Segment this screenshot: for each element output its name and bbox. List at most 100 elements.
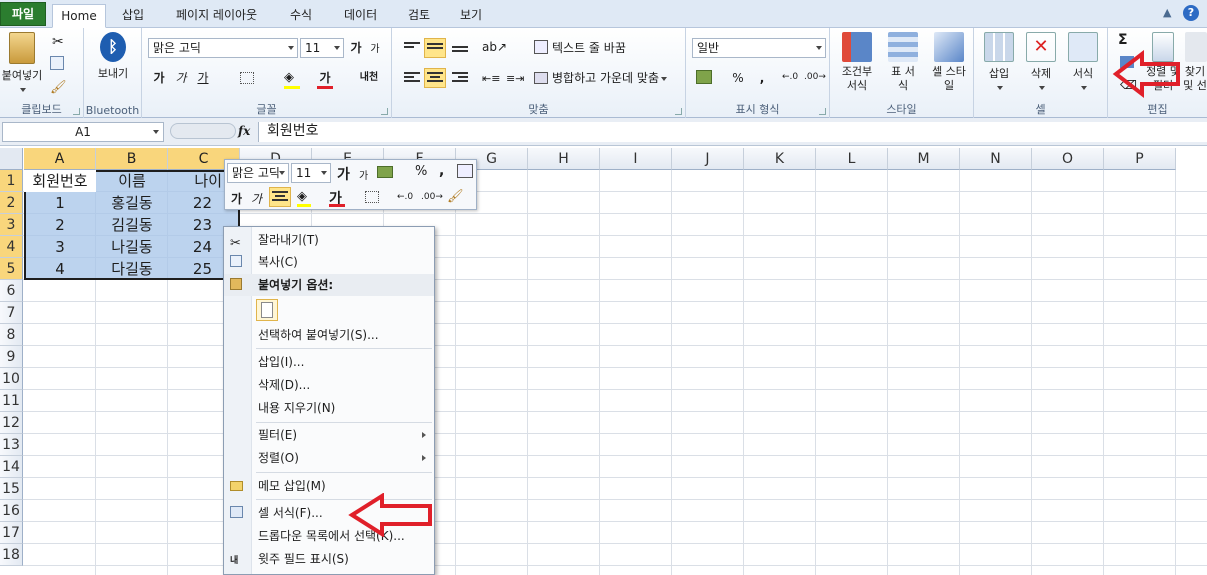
menu-item-clear-contents[interactable]: 내용 지우기(N) — [224, 397, 434, 419]
cell-b4[interactable]: 나길동 — [96, 236, 168, 258]
column-header[interactable]: I — [600, 148, 672, 170]
tab-page-layout[interactable]: 페이지 레이아웃 — [168, 4, 265, 28]
mini-paint-brush-icon[interactable]: 🖌 — [447, 189, 464, 204]
worksheet-grid[interactable]: ABCDEFGHIJKLMNOP 12345678910111213141516… — [0, 148, 1207, 575]
menu-item-delete[interactable]: 삭제(D)... — [224, 374, 434, 396]
mini-italic-button[interactable]: 가 — [251, 190, 262, 207]
comma-button[interactable]: , — [756, 68, 768, 88]
row-header[interactable]: 8 — [0, 324, 23, 346]
menu-item-phonetic[interactable]: 내천 윗주 필드 표시(S) — [224, 548, 434, 570]
column-header[interactable]: A — [24, 148, 96, 170]
row-header[interactable]: 2 — [0, 192, 23, 214]
format-as-table-button[interactable]: 표 서식 — [880, 32, 926, 93]
insert-cells-button[interactable]: 삽입 — [978, 32, 1020, 94]
decrease-indent-icon[interactable]: ⇤≡ — [482, 72, 500, 85]
row-header[interactable]: 9 — [0, 346, 23, 368]
align-middle-button[interactable] — [424, 38, 446, 58]
tab-view[interactable]: 보기 — [452, 4, 490, 28]
row-header[interactable]: 16 — [0, 500, 23, 522]
shrink-font-button[interactable]: 가 — [368, 40, 382, 60]
border-icon[interactable] — [240, 72, 254, 84]
cell-b5[interactable]: 다길동 — [96, 258, 168, 280]
mini-comma-button[interactable]: , — [439, 163, 444, 179]
percent-button[interactable]: % — [730, 68, 746, 88]
mini-shrink-font-button[interactable]: 가 — [359, 167, 368, 182]
help-icon[interactable]: ? — [1183, 5, 1199, 21]
mini-fill-color-icon[interactable]: ◈ — [297, 189, 307, 204]
font-color-button[interactable]: 가 — [316, 68, 334, 88]
mini-percent-button[interactable]: % — [415, 164, 427, 179]
font-size-combo[interactable]: 11 — [300, 38, 344, 58]
row-header[interactable]: 7 — [0, 302, 23, 324]
mini-format-painter-icon[interactable] — [457, 164, 473, 178]
menu-item-filter[interactable]: 필터(E) — [224, 424, 434, 446]
tab-home[interactable]: Home — [52, 4, 106, 28]
mini-currency-icon[interactable] — [377, 166, 393, 178]
paste-button[interactable]: 붙여넣기 — [0, 32, 44, 96]
tab-review[interactable]: 검토 — [400, 4, 438, 28]
menu-item-sort[interactable]: 정렬(O) — [224, 447, 434, 469]
row-header[interactable]: 11 — [0, 390, 23, 412]
minimize-ribbon-icon[interactable]: ▲ — [1163, 6, 1171, 19]
number-launcher-icon[interactable] — [819, 108, 826, 115]
format-painter-icon[interactable]: 🖌 — [50, 80, 67, 95]
select-all-corner[interactable] — [0, 148, 23, 170]
cell-a5[interactable]: 4 — [24, 258, 96, 280]
mini-font-combo[interactable]: 맑은 고딕 — [227, 163, 289, 183]
bold-button[interactable]: 가 — [150, 68, 168, 88]
cell-styles-button[interactable]: 셀 스타일 — [926, 32, 972, 93]
italic-button[interactable]: 가 — [172, 68, 190, 88]
conditional-format-button[interactable]: 조건부 서식 — [834, 32, 880, 93]
number-format-combo[interactable]: 일반 — [692, 38, 826, 58]
merge-center-button[interactable]: 병합하고 가운데 맞춤 — [552, 68, 667, 88]
row-header[interactable]: 13 — [0, 434, 23, 456]
font-launcher-icon[interactable] — [381, 108, 388, 115]
row-header[interactable]: 18 — [0, 544, 23, 566]
name-box-splitter[interactable] — [170, 123, 236, 139]
column-header[interactable]: P — [1104, 148, 1176, 170]
name-box[interactable]: A1 — [2, 122, 164, 142]
currency-icon[interactable] — [696, 70, 712, 84]
autosum-button[interactable]: Σ — [1118, 32, 1128, 48]
column-header[interactable]: K — [744, 148, 816, 170]
fill-color-icon[interactable]: ◈ — [284, 70, 294, 85]
mini-center-button[interactable] — [269, 187, 291, 207]
formula-input[interactable]: 회원번호 — [258, 122, 1207, 142]
clipboard-launcher-icon[interactable] — [73, 108, 80, 115]
cell-b1[interactable]: 이름 — [96, 170, 168, 192]
column-header[interactable]: L — [816, 148, 888, 170]
delete-cells-button[interactable]: ✕ 삭제 — [1020, 32, 1062, 94]
cut-icon[interactable]: ✂ — [52, 34, 64, 50]
menu-item-cut[interactable]: ✂ 잘라내기(T) — [224, 229, 434, 251]
mini-bold-button[interactable]: 가 — [231, 190, 242, 207]
align-center-button[interactable] — [424, 68, 446, 88]
cell-b3[interactable]: 김길동 — [96, 214, 168, 236]
orientation-icon[interactable]: ab↗ — [482, 40, 507, 54]
tab-formulas[interactable]: 수식 — [282, 4, 320, 28]
column-header[interactable]: O — [1032, 148, 1104, 170]
find-select-button[interactable]: 찾기 및 선택 — [1182, 32, 1207, 93]
row-header[interactable]: 14 — [0, 456, 23, 478]
tab-data[interactable]: 데이터 — [336, 4, 385, 28]
menu-item-paste-special[interactable]: 선택하여 붙여넣기(S)... — [224, 324, 434, 346]
column-header[interactable]: M — [888, 148, 960, 170]
column-header[interactable]: J — [672, 148, 744, 170]
decrease-decimal-icon[interactable]: .00→ — [804, 72, 826, 82]
row-header[interactable]: 10 — [0, 368, 23, 390]
align-top-icon[interactable] — [404, 42, 420, 54]
phonetic-button[interactable]: 내천 — [358, 68, 380, 88]
align-right-icon[interactable] — [452, 72, 468, 84]
font-name-combo[interactable]: 맑은 고딕 — [148, 38, 298, 58]
copy-icon[interactable] — [50, 56, 64, 70]
format-cells-button[interactable]: 서식 — [1062, 32, 1104, 94]
merge-center-icon[interactable] — [534, 72, 548, 84]
bluetooth-send-button[interactable]: ᛒ 보내기 — [88, 32, 138, 81]
increase-indent-icon[interactable]: ≡⇥ — [506, 72, 524, 85]
row-header[interactable]: 1 — [0, 170, 23, 192]
cell-a3[interactable]: 2 — [24, 214, 96, 236]
column-header[interactable]: N — [960, 148, 1032, 170]
tab-insert[interactable]: 삽입 — [114, 4, 152, 28]
row-header[interactable]: 4 — [0, 236, 23, 258]
mini-decrease-decimal-icon[interactable]: .00→ — [421, 192, 443, 202]
wrap-text-icon[interactable] — [534, 40, 548, 54]
